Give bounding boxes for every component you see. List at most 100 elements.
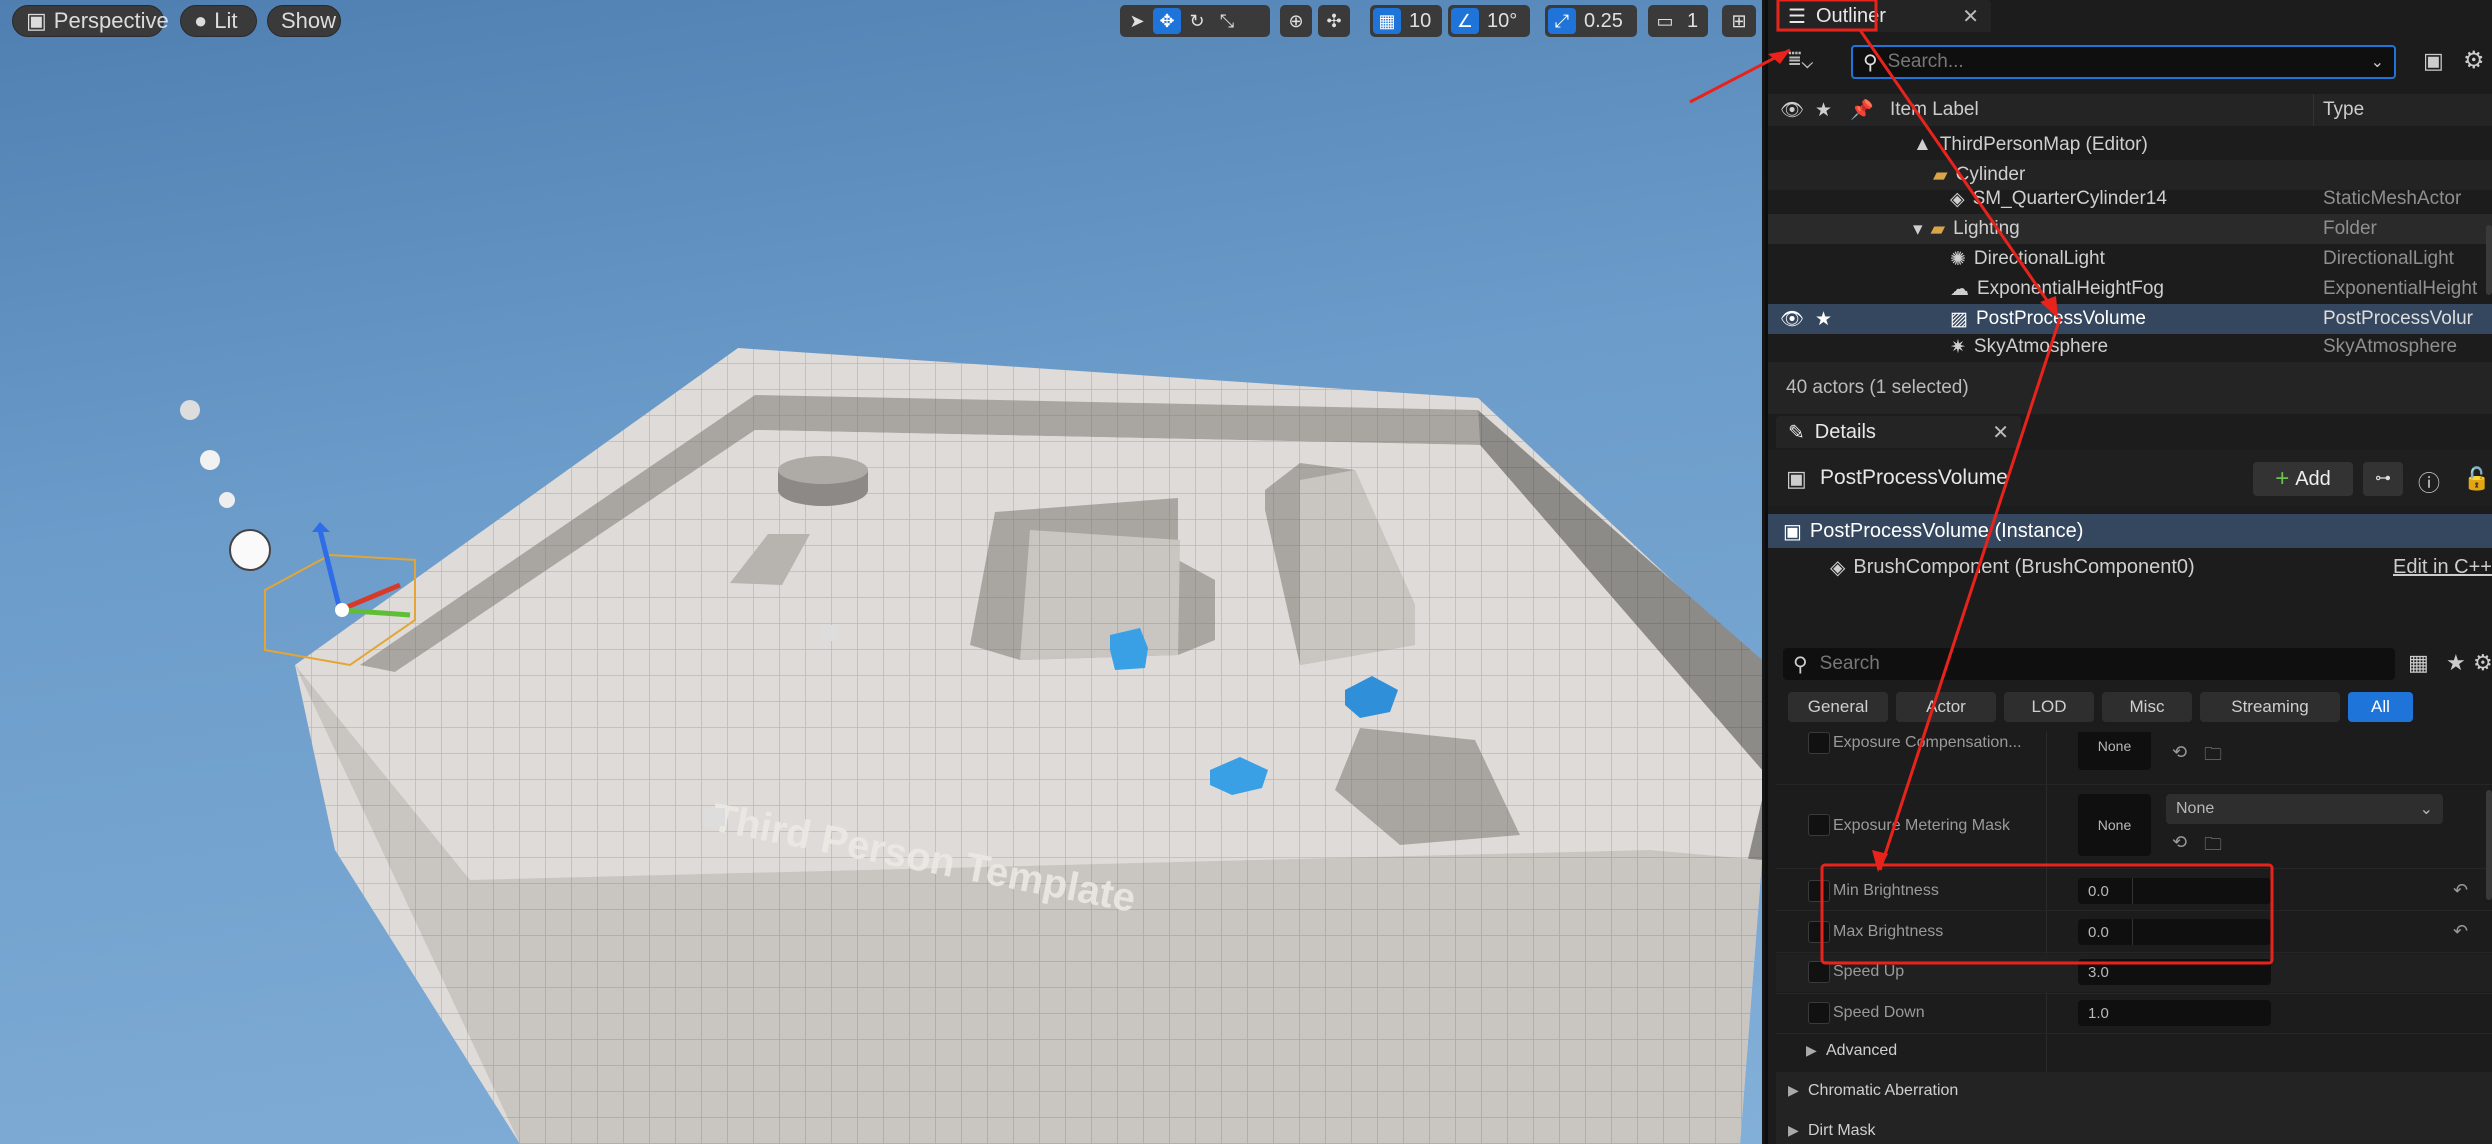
override-checkbox[interactable] bbox=[1808, 921, 1830, 943]
filter-tab-general[interactable]: General bbox=[1788, 692, 1888, 722]
outliner-row[interactable]: ▾ ▰ Lighting Folder bbox=[1768, 214, 2492, 244]
scene-render[interactable]: Third Person Template bbox=[0, 0, 1762, 1144]
outliner-row[interactable]: ☁ ExponentialHeightFog ExponentialHeight bbox=[1768, 274, 2492, 304]
outliner-search-input[interactable]: ⚲ Search... ⌄ bbox=[1851, 45, 2396, 79]
prop-label: Min Brightness bbox=[1833, 882, 1939, 899]
camera-speed-button[interactable]: ▭ 1 bbox=[1648, 5, 1708, 37]
outliner-header: 👁 ★ 📌 Item Label Type bbox=[1768, 94, 2492, 126]
prop-label: Speed Up bbox=[1833, 963, 1905, 980]
favorite-icon[interactable]: ★ bbox=[1815, 308, 1832, 331]
scale-snap-button[interactable]: ⤢ 0.25 bbox=[1545, 5, 1637, 37]
scrollbar[interactable] bbox=[2486, 225, 2492, 295]
filter-tab-misc[interactable]: Misc bbox=[2102, 692, 2192, 722]
reset-to-default-icon[interactable]: ↶ bbox=[2453, 921, 2468, 942]
chromatic-aberration-section[interactable]: Chromatic Aberration bbox=[1808, 1082, 1958, 1100]
close-icon[interactable]: ✕ bbox=[1992, 420, 2009, 445]
override-checkbox[interactable] bbox=[1808, 814, 1830, 836]
pin-column-icon[interactable]: 📌 bbox=[1850, 98, 1874, 122]
dirt-mask-section[interactable]: Dirt Mask bbox=[1808, 1122, 1876, 1140]
edit-in-cpp-link[interactable]: Edit in C++ bbox=[2393, 556, 2492, 579]
expand-arrow-icon[interactable]: ▶ bbox=[1788, 1082, 1799, 1099]
advanced-section[interactable]: Advanced bbox=[1826, 1042, 1897, 1060]
tab-details[interactable]: ✎ Details ✕ bbox=[1776, 416, 2021, 448]
scale-snap-icon: ⤢ bbox=[1548, 8, 1576, 34]
actor-instance-icon: ▣ bbox=[1783, 520, 1802, 543]
show-button[interactable]: Show bbox=[267, 5, 341, 37]
add-component-button[interactable]: + Add bbox=[2253, 462, 2353, 496]
blueprint-icon[interactable]: ⊶ bbox=[2363, 462, 2403, 496]
filter-tab-streaming[interactable]: Streaming bbox=[2200, 692, 2340, 722]
perspective-button[interactable]: ▣ Perspective bbox=[12, 5, 169, 37]
chevron-down-icon[interactable]: ⌄ bbox=[2371, 52, 2384, 72]
favorite-column-icon[interactable]: ★ bbox=[1815, 99, 1832, 122]
max-brightness-field[interactable]: 0.0 bbox=[2078, 919, 2271, 945]
table-view-icon[interactable]: ▦ bbox=[2408, 650, 2429, 676]
lit-button[interactable]: ● Lit bbox=[180, 5, 257, 37]
prop-label: Speed Down bbox=[1833, 1004, 1925, 1021]
help-icon[interactable]: ⓘ bbox=[2418, 466, 2440, 498]
prop-label: Exposure Metering Mask bbox=[1833, 817, 2010, 834]
outliner-filter-button[interactable]: ⩸⌄ bbox=[1788, 46, 1813, 72]
settings-icon[interactable]: ⚙ bbox=[2463, 46, 2485, 75]
filter-tab-all[interactable]: All bbox=[2348, 692, 2413, 722]
browse-icon[interactable]: 🗀 bbox=[2204, 832, 2222, 862]
layout-grid-icon: ⊞ bbox=[1731, 10, 1747, 31]
scale-icon[interactable]: ⤡ bbox=[1213, 8, 1241, 34]
select-icon[interactable]: ➤ bbox=[1123, 8, 1151, 34]
world-local-button[interactable]: ⊕ bbox=[1280, 5, 1312, 37]
level-viewport[interactable]: Third Person Template ▣ Perspective ● Li… bbox=[0, 0, 1762, 1144]
surface-snap-icon: ✣ bbox=[1326, 10, 1342, 31]
outliner-row[interactable]: ▲ ThirdPersonMap (Editor) bbox=[1768, 130, 2492, 160]
surface-snap-button[interactable]: ✣ bbox=[1318, 5, 1350, 37]
close-icon[interactable]: ✕ bbox=[1962, 4, 1979, 29]
favorite-star-icon[interactable]: ★ bbox=[2446, 650, 2466, 676]
add-folder-icon[interactable]: ▣ bbox=[2423, 48, 2444, 74]
prop-label: Max Brightness bbox=[1833, 923, 1944, 940]
override-checkbox[interactable] bbox=[1808, 961, 1830, 983]
override-checkbox[interactable] bbox=[1808, 880, 1830, 902]
reset-icon[interactable]: ⟲ bbox=[2172, 742, 2187, 763]
cube-icon: ▣ bbox=[26, 8, 47, 33]
type-header[interactable]: Type bbox=[2323, 99, 2364, 121]
transform-toolbar: ➤ ✥ ↻ ⤡ bbox=[1120, 5, 1270, 37]
outliner-icon: ☰ bbox=[1788, 5, 1806, 28]
override-checkbox[interactable] bbox=[1808, 732, 1830, 754]
lock-icon[interactable]: 🔓 bbox=[2463, 466, 2490, 492]
expand-arrow-icon[interactable]: ▾ bbox=[1913, 218, 1923, 241]
item-label-header[interactable]: Item Label bbox=[1890, 99, 1979, 121]
expand-arrow-icon[interactable]: ▶ bbox=[1806, 1042, 1817, 1059]
grid-icon: ▦ bbox=[1373, 8, 1401, 34]
layout-button[interactable]: ⊞ bbox=[1722, 5, 1756, 37]
camera-icon: ▭ bbox=[1656, 10, 1674, 31]
browse-icon[interactable]: 🗀 bbox=[2204, 742, 2222, 772]
outliner-row[interactable]: ✷ SkyAtmosphere SkyAtmosphere bbox=[1768, 334, 2492, 360]
texture-thumb[interactable]: None bbox=[2078, 732, 2151, 770]
component-row[interactable]: ◈ BrushComponent (BrushComponent0) Edit i… bbox=[1768, 550, 2492, 584]
metering-mask-select[interactable]: None ⌄ bbox=[2166, 794, 2443, 824]
instance-row[interactable]: ▣ PostProcessVolume (Instance) bbox=[1768, 514, 2492, 548]
tab-outliner[interactable]: ☰ Outliner ✕ bbox=[1776, 0, 1991, 32]
speed-down-field[interactable]: 1.0 bbox=[2078, 1000, 2271, 1026]
translate-icon[interactable]: ✥ bbox=[1153, 8, 1181, 34]
expand-arrow-icon[interactable]: ▶ bbox=[1788, 1122, 1799, 1139]
filter-tab-lod[interactable]: LOD bbox=[2004, 692, 2094, 722]
settings-icon[interactable]: ⚙ bbox=[2473, 650, 2492, 676]
override-checkbox[interactable] bbox=[1808, 1002, 1830, 1024]
reset-to-default-icon[interactable]: ↶ bbox=[2453, 880, 2468, 901]
texture-thumb[interactable]: None bbox=[2078, 794, 2151, 856]
rotate-snap-button[interactable]: ∠ 10° bbox=[1448, 5, 1530, 37]
details-search-input[interactable]: ⚲ Search bbox=[1783, 648, 2395, 680]
outliner-row-selected[interactable]: 👁 ★ ▨ PostProcessVolume PostProcessVolur bbox=[1768, 304, 2492, 334]
sky-atmosphere-icon: ✷ bbox=[1950, 336, 1966, 358]
visibility-icon[interactable]: 👁 bbox=[1780, 307, 1804, 331]
speed-up-field[interactable]: 3.0 bbox=[2078, 959, 2271, 985]
grid-snap-button[interactable]: ▦ 10 bbox=[1370, 5, 1442, 37]
outliner-row[interactable]: ◈ SM_QuarterCylinder14 StaticMeshActor bbox=[1768, 184, 2492, 214]
scrollbar[interactable] bbox=[2486, 790, 2492, 900]
filter-tab-actor[interactable]: Actor bbox=[1896, 692, 1996, 722]
rotate-icon[interactable]: ↻ bbox=[1183, 8, 1211, 34]
reset-icon[interactable]: ⟲ bbox=[2172, 832, 2187, 853]
visibility-column-icon[interactable]: 👁 bbox=[1780, 98, 1804, 122]
outliner-row[interactable]: ✺ DirectionalLight DirectionalLight bbox=[1768, 244, 2492, 274]
min-brightness-field[interactable]: 0.0 bbox=[2078, 878, 2271, 904]
